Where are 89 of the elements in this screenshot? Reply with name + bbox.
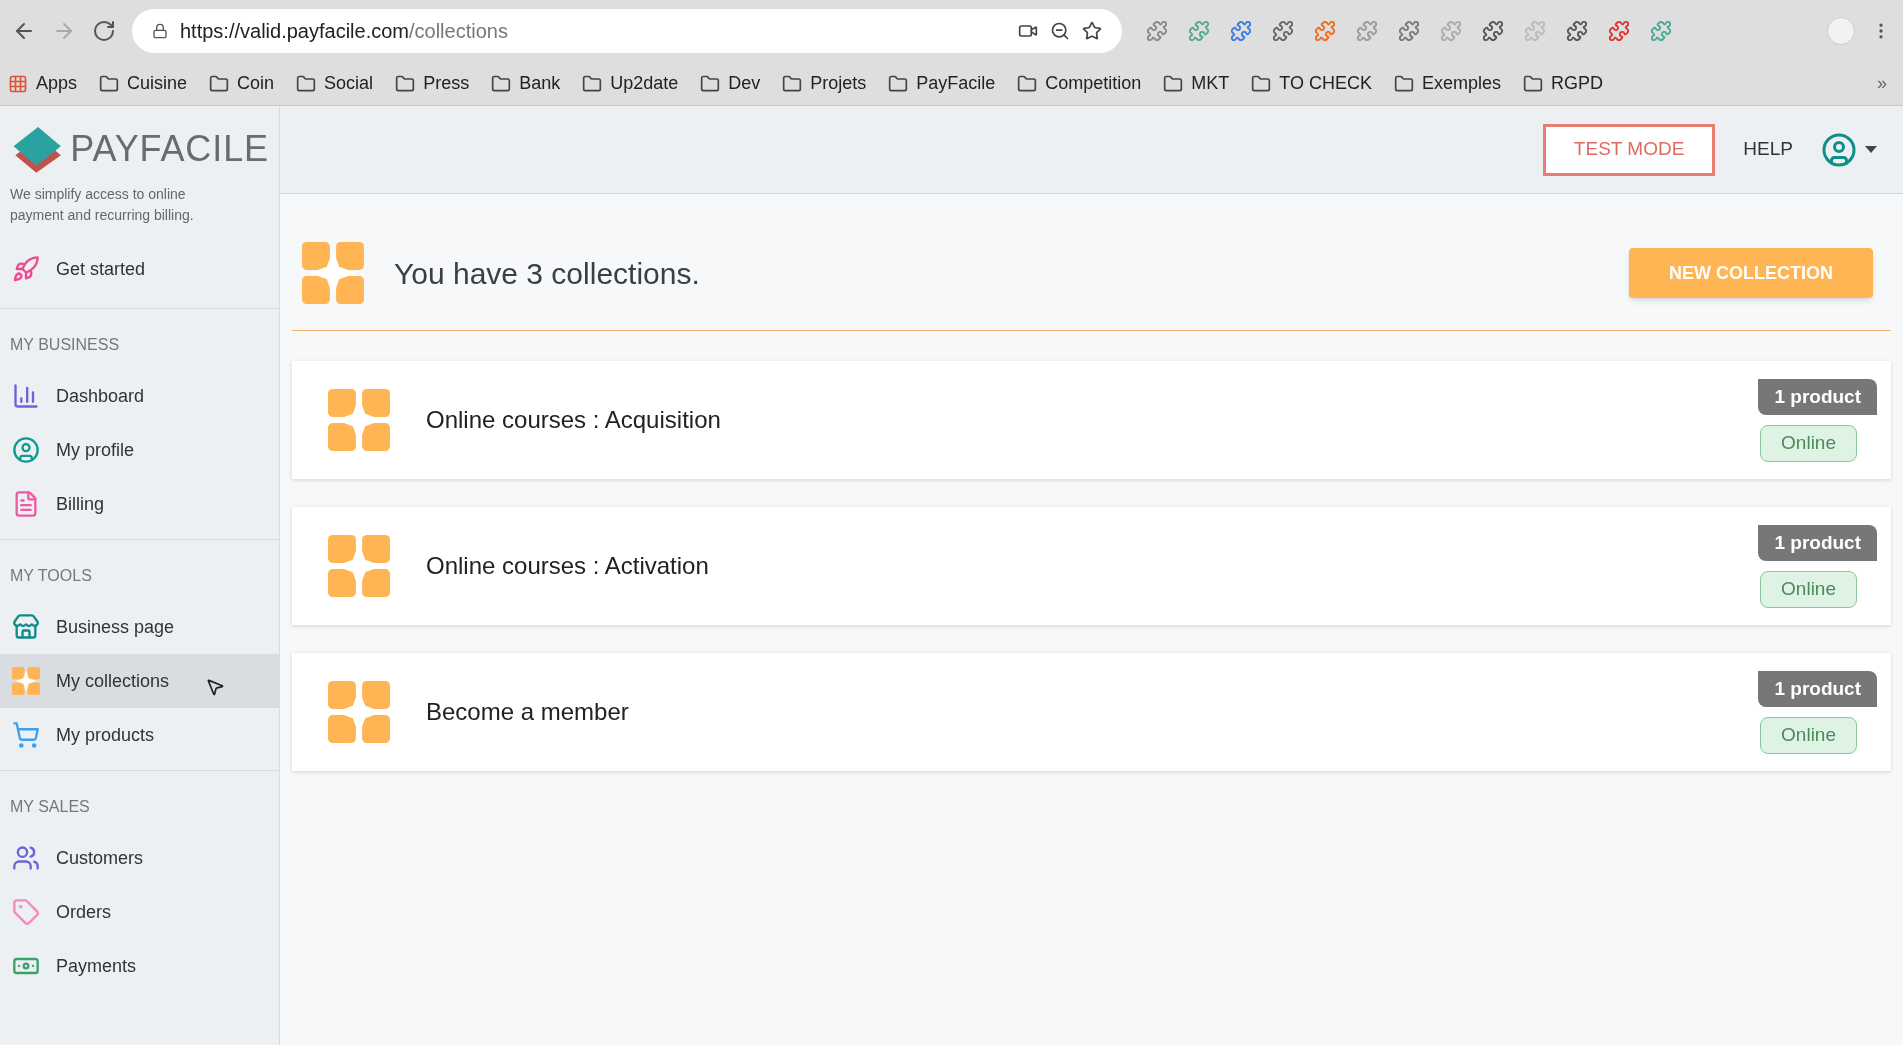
bookmark-star-icon[interactable]	[1082, 21, 1102, 41]
product-count-badge: 1 product	[1758, 670, 1877, 707]
folder-icon	[888, 73, 909, 94]
bookmark[interactable]: Dev	[700, 70, 761, 97]
nav-item[interactable]: My profile	[0, 423, 279, 477]
extension-icon[interactable]	[1314, 20, 1336, 42]
collection-card[interactable]: Become a member 1 product Online	[292, 653, 1891, 771]
product-count-badge: 1 product	[1758, 524, 1877, 561]
url-text: https://valid.payfacile.com/collections	[180, 19, 508, 44]
reload-icon[interactable]	[92, 19, 116, 43]
bookmark[interactable]: RGPD	[1523, 70, 1604, 97]
folder-icon	[1251, 73, 1272, 94]
folder-icon	[99, 73, 120, 94]
bookmark[interactable]: Coin	[209, 70, 275, 97]
folder-icon	[491, 73, 512, 94]
collection-card[interactable]: Online courses : Acquisition 1 product Online	[292, 361, 1891, 479]
section-title: MY TOOLS	[9, 566, 93, 586]
page-heading: You have 3 collections.	[394, 255, 700, 292]
collection-icon	[302, 242, 364, 304]
bookmark[interactable]: Cuisine	[99, 70, 188, 97]
collection-icon	[12, 667, 40, 695]
folder-icon	[1394, 73, 1415, 94]
address-bar[interactable]: https://valid.payfacile.com/collections	[132, 9, 1122, 53]
folder-icon	[296, 73, 317, 94]
nav-item[interactable]: My products	[0, 708, 279, 762]
extension-icon[interactable]	[1482, 20, 1504, 42]
nav-item[interactable]: Customers	[0, 831, 279, 885]
bookmark[interactable]: Exemples	[1394, 70, 1502, 97]
product-count-badge: 1 product	[1758, 378, 1877, 415]
section-title: MY BUSINESS	[9, 335, 121, 355]
collection-name: Become a member	[426, 697, 629, 727]
cursor-icon	[205, 677, 226, 697]
status-badge: Online	[1760, 571, 1857, 608]
folder-icon	[209, 73, 230, 94]
bookmark[interactable]: TO CHECK	[1251, 70, 1373, 97]
nav-item[interactable]: Get started	[0, 242, 279, 296]
tag-icon	[12, 898, 40, 926]
section-title: MY SALES	[9, 797, 91, 817]
nav-item[interactable]: Billing	[0, 477, 279, 531]
collection-icon	[328, 389, 390, 451]
extension-icon[interactable]	[1566, 20, 1588, 42]
cart-icon	[12, 721, 40, 749]
bookmark[interactable]: Bank	[491, 70, 561, 97]
bar-chart-icon	[12, 382, 40, 410]
extension-icon[interactable]	[1398, 20, 1420, 42]
bookmark[interactable]: PayFacile	[888, 70, 996, 97]
nav-item[interactable]: Business page	[0, 600, 279, 654]
user-icon	[12, 436, 40, 464]
bookmark[interactable]: Social	[296, 70, 374, 97]
more-bookmarks[interactable]: »	[1877, 70, 1887, 97]
status-badge: Online	[1760, 717, 1857, 754]
extension-icon[interactable]	[1230, 20, 1252, 42]
nav-item[interactable]: Dashboard	[0, 369, 279, 423]
help-link[interactable]: HELP	[1735, 135, 1801, 164]
status-badge: Online	[1760, 425, 1857, 462]
folder-icon	[1163, 73, 1184, 94]
bookmark[interactable]: Press	[395, 70, 470, 97]
bookmark[interactable]: Projets	[782, 70, 867, 97]
zoom-out-icon[interactable]	[1050, 21, 1070, 41]
nav-item[interactable]: Payments	[0, 939, 279, 993]
extension-icon[interactable]	[1608, 20, 1630, 42]
collection-icon	[328, 681, 390, 743]
collection-name: Online courses : Acquisition	[426, 405, 721, 435]
folder-icon	[1523, 73, 1544, 94]
tagline: We simplify access to online payment and recurring billing.	[10, 185, 195, 225]
users-icon	[12, 844, 40, 872]
rocket-icon	[12, 255, 40, 283]
lock-icon	[152, 23, 168, 39]
caret-icon[interactable]	[1865, 145, 1877, 154]
bookmark[interactable]: Apps	[8, 70, 78, 97]
collection-icon	[328, 535, 390, 597]
collection-name: Online courses : Activation	[426, 551, 709, 581]
folder-icon	[582, 73, 603, 94]
collection-card[interactable]: Online courses : Activation 1 product Online	[292, 507, 1891, 625]
account-icon[interactable]	[1821, 131, 1857, 168]
nav-item[interactable]: Orders	[0, 885, 279, 939]
bookmark[interactable]: Competition	[1017, 70, 1142, 97]
folder-icon	[395, 73, 416, 94]
store-icon	[12, 613, 40, 641]
bookmark[interactable]: Up2date	[582, 70, 679, 97]
apps-grid-icon	[8, 73, 28, 94]
extension-icon[interactable]	[1272, 20, 1294, 42]
folder-icon	[782, 73, 803, 94]
bookmark[interactable]: MKT	[1163, 70, 1230, 97]
logo-text: PAYFACILE	[70, 127, 269, 171]
nav-item[interactable]: My collections	[0, 654, 279, 708]
extension-icon[interactable]	[1146, 20, 1168, 42]
folder-icon	[700, 73, 721, 94]
folder-icon	[1017, 73, 1038, 94]
